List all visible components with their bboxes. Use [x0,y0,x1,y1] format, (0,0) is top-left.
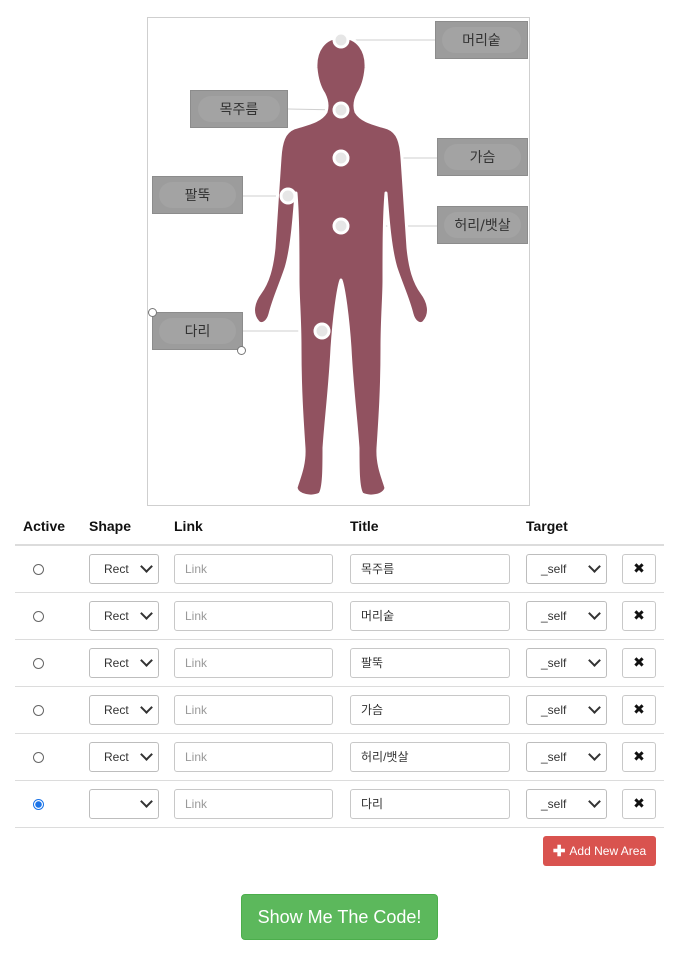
active-radio[interactable] [33,563,44,575]
area-label-head[interactable]: 머리숱 [435,21,528,59]
marker-chest [332,149,350,167]
shape-select[interactable]: Rect [89,601,159,631]
chevron-down-icon [140,654,153,667]
chevron-down-icon [588,795,601,808]
chevron-down-icon [588,654,601,667]
table-row: Rect Link 머리숱 _self ✖ [15,592,664,640]
target-select[interactable]: _self [526,554,607,584]
title-input[interactable]: 목주름 [350,554,510,584]
chevron-down-icon [140,795,153,808]
active-radio[interactable] [33,704,44,716]
image-map-canvas[interactable]: 머리숱 목주름 가슴 팔뚝 허리/뱃살 다리 [147,17,530,506]
shape-select[interactable]: Rect [89,648,159,678]
title-input[interactable]: 머리숱 [350,601,510,631]
resize-handle-top-left[interactable] [148,308,157,317]
title-input[interactable]: 허리/뱃살 [350,742,510,772]
delete-area-button[interactable]: ✖ [622,789,656,819]
link-input[interactable]: Link [174,695,333,725]
title-input[interactable]: 다리 [350,789,510,819]
table-header-row: Active Shape Link Title Target [15,508,664,546]
marker-neck [332,101,350,119]
title-input[interactable]: 가슴 [350,695,510,725]
header-title: Title [342,508,518,546]
delete-area-button[interactable]: ✖ [622,742,656,772]
shape-select[interactable]: Rect [89,742,159,772]
table-row: Rect Link 목주름 _self ✖ [15,545,664,593]
area-label-waist[interactable]: 허리/뱃살 [437,206,528,244]
active-radio[interactable] [33,751,44,763]
close-icon: ✖ [633,796,645,812]
delete-area-button[interactable]: ✖ [622,554,656,584]
shape-select[interactable] [89,789,159,819]
close-icon: ✖ [633,561,645,577]
chevron-down-icon [588,701,601,714]
target-select[interactable]: _self [526,789,607,819]
marker-head [332,31,350,49]
close-icon: ✖ [633,702,645,718]
link-input[interactable]: Link [174,648,333,678]
active-radio[interactable] [33,798,44,810]
marker-waist [332,217,350,235]
marker-arm [279,187,297,205]
resize-handle-bottom-right[interactable] [237,346,246,355]
chevron-down-icon [588,607,601,620]
link-input[interactable]: Link [174,742,333,772]
plus-icon: ✚ [552,843,566,860]
table-row: Link 다리 _self ✖ [15,780,664,828]
shape-select[interactable]: Rect [89,695,159,725]
header-shape: Shape [81,508,166,546]
target-select[interactable]: _self [526,648,607,678]
delete-area-button[interactable]: ✖ [622,648,656,678]
close-icon: ✖ [633,749,645,765]
chevron-down-icon [140,560,153,573]
chevron-down-icon [588,560,601,573]
close-icon: ✖ [633,608,645,624]
chevron-down-icon [588,748,601,761]
delete-area-button[interactable]: ✖ [622,695,656,725]
areas-table: Active Shape Link Title Target Rect Link 목… [15,508,664,828]
active-radio[interactable] [33,610,44,622]
header-target: Target [518,508,614,546]
close-icon: ✖ [633,655,645,671]
title-input[interactable]: 팔뚝 [350,648,510,678]
header-active: Active [15,508,81,546]
area-label-chest[interactable]: 가슴 [437,138,528,176]
table-row: Rect Link 허리/뱃살 _self ✖ [15,733,664,781]
header-link: Link [166,508,342,546]
show-code-button[interactable]: Show Me The Code! [241,894,438,940]
area-label-leg[interactable]: 다리 [152,312,243,350]
area-label-neck[interactable]: 목주름 [190,90,288,128]
table-row: Rect Link 팔뚝 _self ✖ [15,639,664,687]
link-input[interactable]: Link [174,789,333,819]
area-label-arm[interactable]: 팔뚝 [152,176,243,214]
shape-select[interactable]: Rect [89,554,159,584]
delete-area-button[interactable]: ✖ [622,601,656,631]
chevron-down-icon [140,748,153,761]
header-delete [614,508,664,546]
link-input[interactable]: Link [174,554,333,584]
target-select[interactable]: _self [526,695,607,725]
target-select[interactable]: _self [526,601,607,631]
active-radio[interactable] [33,657,44,669]
marker-leg [313,322,331,340]
chevron-down-icon [140,607,153,620]
link-input[interactable]: Link [174,601,333,631]
table-row: Rect Link 가슴 _self ✖ [15,686,664,734]
chevron-down-icon [140,701,153,714]
add-new-area-button[interactable]: ✚ Add New Area [543,836,656,866]
target-select[interactable]: _self [526,742,607,772]
